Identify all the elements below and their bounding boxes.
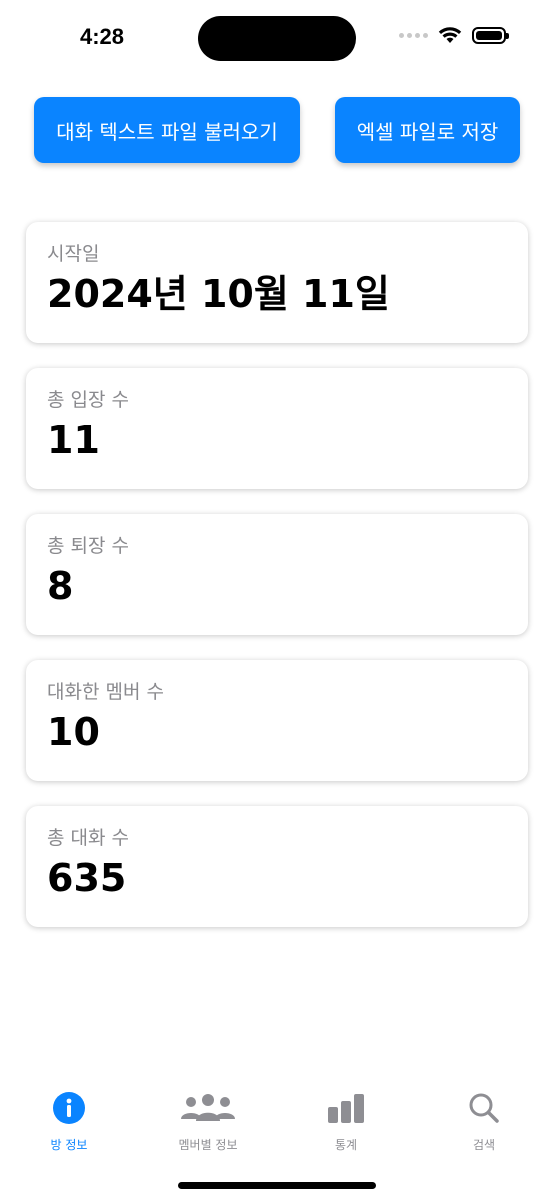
bar-chart-icon [326,1090,366,1126]
wifi-icon [438,27,462,43]
tab-statistics[interactable]: 통계 [286,1090,406,1153]
total-entries-card: 총 입장 수 11 [26,368,528,489]
total-messages-card: 총 대화 수 635 [26,806,528,927]
card-label: 시작일 [47,243,100,265]
tab-search[interactable]: 검색 [424,1090,544,1153]
info-icon [52,1090,86,1126]
total-exits-card: 총 퇴장 수 8 [26,514,528,635]
export-excel-button[interactable]: 엑셀 파일로 저장 [335,97,520,163]
battery-icon [472,26,509,44]
load-chat-text-button[interactable]: 대화 텍스트 파일 불러오기 [34,97,300,163]
tab-member-info[interactable]: 멤버별 정보 [148,1090,268,1153]
people-icon [179,1090,237,1126]
status-bar: 4:28 [0,0,554,76]
card-value: 11 [47,418,100,462]
status-time: 4:28 [80,24,125,49]
card-value: 10 [47,710,100,754]
start-date-card: 시작일 2024년 10월 11일 [26,222,528,343]
cellular-signal-icon [399,32,428,38]
card-label: 대화한 멤버 수 [47,681,164,703]
tab-bar: 방 정보 멤버별 정보 통계 검색 [0,1090,554,1170]
tab-label: 통계 [334,1138,358,1152]
card-label: 총 대화 수 [47,827,129,849]
card-label: 총 퇴장 수 [47,535,129,557]
home-indicator [178,1182,376,1189]
card-value: 8 [47,564,74,608]
dynamic-island [198,16,356,61]
card-value: 635 [47,856,127,900]
search-icon [468,1090,500,1126]
tab-label: 검색 [472,1138,496,1152]
card-label: 총 입장 수 [47,389,129,411]
tab-label: 멤버별 정보 [178,1138,238,1152]
active-members-card: 대화한 멤버 수 10 [26,660,528,781]
card-value: 2024년 10월 11일 [47,272,390,316]
tab-label: 방 정보 [50,1138,88,1152]
status-icons [399,26,509,44]
tab-room-info[interactable]: 방 정보 [9,1090,129,1153]
